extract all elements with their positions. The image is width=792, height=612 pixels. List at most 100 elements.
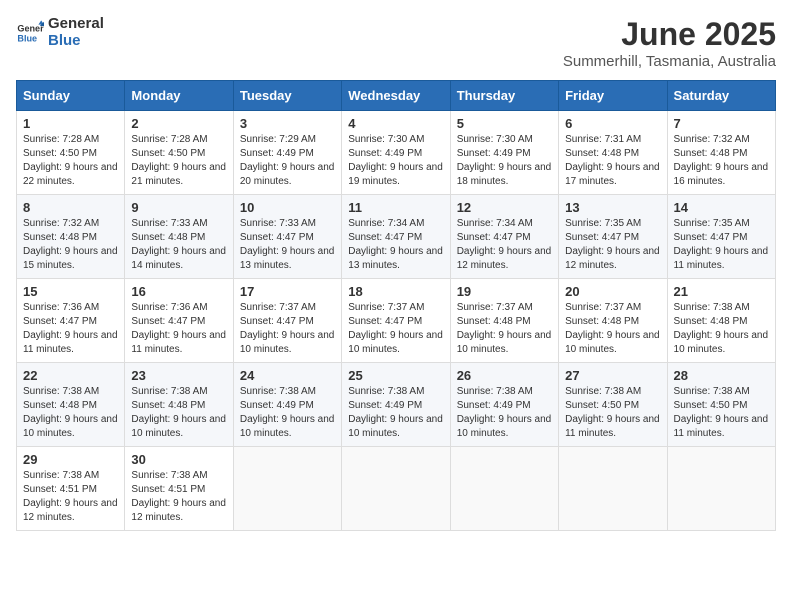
calendar-cell: 7 Sunrise: 7:32 AM Sunset: 4:48 PM Dayli… <box>667 111 775 195</box>
daylight-label: Daylight: 9 hours and 13 minutes. <box>240 246 335 271</box>
daylight-label: Daylight: 9 hours and 12 minutes. <box>23 498 118 523</box>
sunrise-label: Sunrise: 7:33 AM <box>131 218 207 229</box>
daylight-label: Daylight: 9 hours and 11 minutes. <box>674 246 769 271</box>
sunset-label: Sunset: 4:48 PM <box>23 232 97 243</box>
day-info: Sunrise: 7:37 AM Sunset: 4:47 PM Dayligh… <box>240 301 335 357</box>
calendar-cell: 12 Sunrise: 7:34 AM Sunset: 4:47 PM Dayl… <box>450 195 558 279</box>
sunset-label: Sunset: 4:48 PM <box>674 316 748 327</box>
day-number: 20 <box>565 284 660 299</box>
daylight-label: Daylight: 9 hours and 10 minutes. <box>674 330 769 355</box>
sunrise-label: Sunrise: 7:34 AM <box>348 218 424 229</box>
sunset-label: Sunset: 4:47 PM <box>348 232 422 243</box>
sunrise-label: Sunrise: 7:29 AM <box>240 134 316 145</box>
page-header: General Blue General Blue June 2025 Summ… <box>16 16 776 70</box>
daylight-label: Daylight: 9 hours and 10 minutes. <box>565 330 660 355</box>
sunset-label: Sunset: 4:50 PM <box>565 400 639 411</box>
sunrise-label: Sunrise: 7:38 AM <box>23 470 99 481</box>
daylight-label: Daylight: 9 hours and 11 minutes. <box>565 414 660 439</box>
day-number: 30 <box>131 452 226 467</box>
daylight-label: Daylight: 9 hours and 16 minutes. <box>674 162 769 187</box>
col-thursday: Thursday <box>450 81 558 111</box>
daylight-label: Daylight: 9 hours and 12 minutes. <box>131 498 226 523</box>
daylight-label: Daylight: 9 hours and 12 minutes. <box>457 246 552 271</box>
logo-general: General <box>48 16 104 33</box>
sunset-label: Sunset: 4:49 PM <box>457 148 531 159</box>
sunrise-label: Sunrise: 7:38 AM <box>23 386 99 397</box>
sunset-label: Sunset: 4:48 PM <box>674 148 748 159</box>
sunset-label: Sunset: 4:48 PM <box>457 316 531 327</box>
calendar-cell: 1 Sunrise: 7:28 AM Sunset: 4:50 PM Dayli… <box>17 111 125 195</box>
day-number: 16 <box>131 284 226 299</box>
day-info: Sunrise: 7:38 AM Sunset: 4:48 PM Dayligh… <box>23 385 118 441</box>
sunrise-label: Sunrise: 7:35 AM <box>674 218 750 229</box>
calendar-cell: 27 Sunrise: 7:38 AM Sunset: 4:50 PM Dayl… <box>559 363 667 447</box>
sunrise-label: Sunrise: 7:28 AM <box>131 134 207 145</box>
sunrise-label: Sunrise: 7:36 AM <box>23 302 99 313</box>
sunset-label: Sunset: 4:51 PM <box>131 484 205 495</box>
logo: General Blue General Blue <box>16 16 104 49</box>
calendar-cell: 22 Sunrise: 7:38 AM Sunset: 4:48 PM Dayl… <box>17 363 125 447</box>
daylight-label: Daylight: 9 hours and 11 minutes. <box>131 330 226 355</box>
day-info: Sunrise: 7:33 AM Sunset: 4:47 PM Dayligh… <box>240 217 335 273</box>
sunrise-label: Sunrise: 7:38 AM <box>131 386 207 397</box>
col-saturday: Saturday <box>667 81 775 111</box>
sunrise-label: Sunrise: 7:30 AM <box>348 134 424 145</box>
location-title: Summerhill, Tasmania, Australia <box>563 53 776 70</box>
day-number: 25 <box>348 368 443 383</box>
sunrise-label: Sunrise: 7:35 AM <box>565 218 641 229</box>
calendar-week-row: 15 Sunrise: 7:36 AM Sunset: 4:47 PM Dayl… <box>17 279 776 363</box>
col-tuesday: Tuesday <box>233 81 341 111</box>
sunset-label: Sunset: 4:47 PM <box>674 232 748 243</box>
sunrise-label: Sunrise: 7:38 AM <box>674 302 750 313</box>
day-info: Sunrise: 7:38 AM Sunset: 4:51 PM Dayligh… <box>131 469 226 525</box>
calendar-cell <box>450 447 558 531</box>
logo-icon: General Blue <box>16 19 44 47</box>
day-number: 8 <box>23 200 118 215</box>
day-info: Sunrise: 7:34 AM Sunset: 4:47 PM Dayligh… <box>348 217 443 273</box>
day-number: 21 <box>674 284 769 299</box>
day-number: 3 <box>240 116 335 131</box>
sunrise-label: Sunrise: 7:38 AM <box>565 386 641 397</box>
sunrise-label: Sunrise: 7:38 AM <box>348 386 424 397</box>
calendar-header-row: Sunday Monday Tuesday Wednesday Thursday… <box>17 81 776 111</box>
calendar-cell: 2 Sunrise: 7:28 AM Sunset: 4:50 PM Dayli… <box>125 111 233 195</box>
calendar-table: Sunday Monday Tuesday Wednesday Thursday… <box>16 80 776 531</box>
sunrise-label: Sunrise: 7:30 AM <box>457 134 533 145</box>
day-number: 17 <box>240 284 335 299</box>
daylight-label: Daylight: 9 hours and 13 minutes. <box>348 246 443 271</box>
day-info: Sunrise: 7:37 AM Sunset: 4:48 PM Dayligh… <box>457 301 552 357</box>
calendar-cell: 10 Sunrise: 7:33 AM Sunset: 4:47 PM Dayl… <box>233 195 341 279</box>
daylight-label: Daylight: 9 hours and 10 minutes. <box>457 414 552 439</box>
daylight-label: Daylight: 9 hours and 22 minutes. <box>23 162 118 187</box>
sunrise-label: Sunrise: 7:36 AM <box>131 302 207 313</box>
daylight-label: Daylight: 9 hours and 15 minutes. <box>23 246 118 271</box>
sunrise-label: Sunrise: 7:38 AM <box>131 470 207 481</box>
calendar-cell: 26 Sunrise: 7:38 AM Sunset: 4:49 PM Dayl… <box>450 363 558 447</box>
sunrise-label: Sunrise: 7:33 AM <box>240 218 316 229</box>
day-info: Sunrise: 7:30 AM Sunset: 4:49 PM Dayligh… <box>348 133 443 189</box>
sunrise-label: Sunrise: 7:32 AM <box>23 218 99 229</box>
sunrise-label: Sunrise: 7:37 AM <box>240 302 316 313</box>
day-number: 24 <box>240 368 335 383</box>
day-number: 26 <box>457 368 552 383</box>
sunrise-label: Sunrise: 7:38 AM <box>240 386 316 397</box>
calendar-cell <box>667 447 775 531</box>
day-number: 14 <box>674 200 769 215</box>
sunset-label: Sunset: 4:47 PM <box>348 316 422 327</box>
daylight-label: Daylight: 9 hours and 14 minutes. <box>131 246 226 271</box>
col-sunday: Sunday <box>17 81 125 111</box>
sunset-label: Sunset: 4:47 PM <box>240 316 314 327</box>
sunset-label: Sunset: 4:47 PM <box>565 232 639 243</box>
sunset-label: Sunset: 4:50 PM <box>131 148 205 159</box>
sunset-label: Sunset: 4:49 PM <box>240 148 314 159</box>
day-info: Sunrise: 7:28 AM Sunset: 4:50 PM Dayligh… <box>131 133 226 189</box>
calendar-cell <box>233 447 341 531</box>
calendar-cell: 28 Sunrise: 7:38 AM Sunset: 4:50 PM Dayl… <box>667 363 775 447</box>
day-number: 19 <box>457 284 552 299</box>
day-info: Sunrise: 7:31 AM Sunset: 4:48 PM Dayligh… <box>565 133 660 189</box>
title-area: June 2025 Summerhill, Tasmania, Australi… <box>563 16 776 70</box>
sunrise-label: Sunrise: 7:31 AM <box>565 134 641 145</box>
sunset-label: Sunset: 4:49 PM <box>240 400 314 411</box>
day-info: Sunrise: 7:38 AM Sunset: 4:50 PM Dayligh… <box>674 385 769 441</box>
day-number: 11 <box>348 200 443 215</box>
